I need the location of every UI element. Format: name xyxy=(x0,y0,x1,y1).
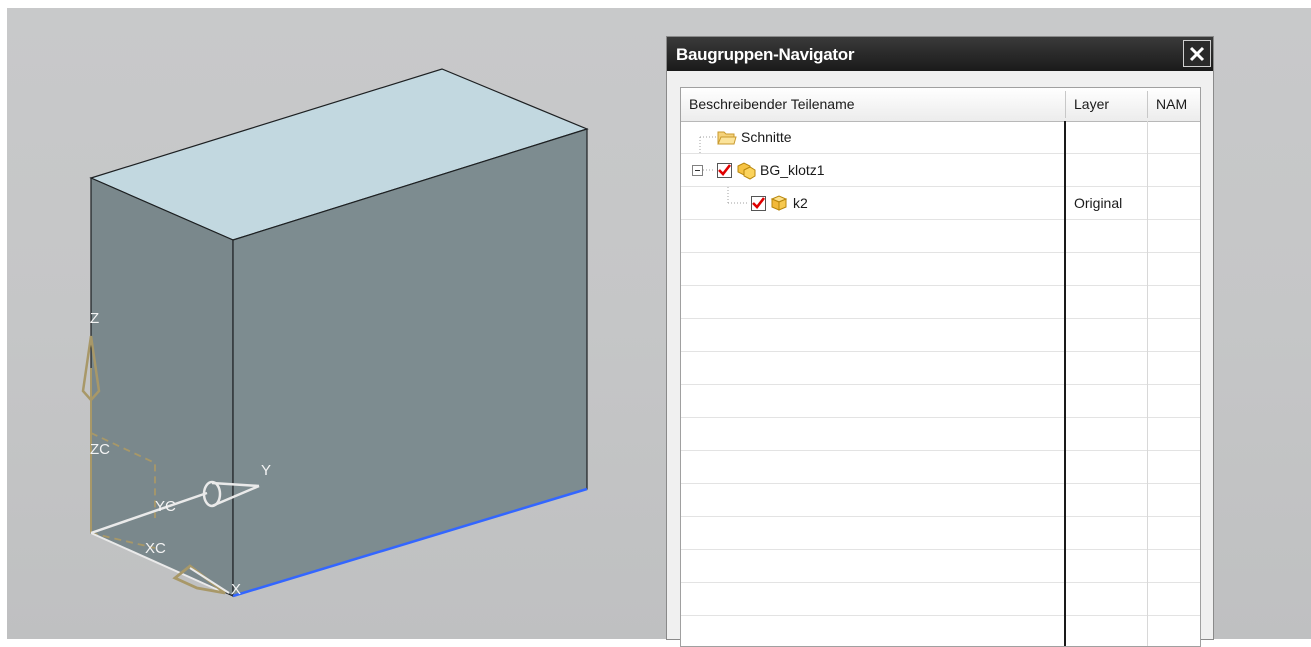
layer-cell: Original xyxy=(1074,195,1123,211)
dialog-title: Baugruppen-Navigator xyxy=(676,45,855,64)
close-icon xyxy=(1189,46,1205,61)
empty-row xyxy=(681,616,1200,646)
empty-row xyxy=(681,352,1200,385)
assembly-icon xyxy=(737,162,756,180)
column-header-name[interactable]: Beschreibender Teilename xyxy=(681,88,1065,121)
empty-row xyxy=(681,286,1200,319)
tree-connector xyxy=(703,169,715,171)
tree-item-label[interactable]: Schnitte xyxy=(741,121,792,153)
axis-label-xc: XC xyxy=(145,540,166,557)
checkbox-checked-icon[interactable] xyxy=(717,163,732,178)
tree-item-label[interactable]: BG_klotz1 xyxy=(760,154,825,186)
close-button[interactable] xyxy=(1183,40,1211,67)
table-header: Beschreibender Teilename Layer NAM xyxy=(681,88,1200,122)
axis-label-x: X xyxy=(231,581,242,598)
navigator-tree-table[interactable]: Beschreibender Teilename Layer NAM Schni… xyxy=(680,87,1201,647)
block-left-face[interactable] xyxy=(90,177,234,597)
tree-row[interactable]: k2 Original xyxy=(681,187,1200,220)
empty-row xyxy=(681,583,1200,616)
axis-label-y: Y xyxy=(261,462,272,479)
column-header-nam[interactable]: NAM xyxy=(1148,88,1200,121)
dialog-titlebar[interactable]: Baugruppen-Navigator xyxy=(667,37,1213,71)
folder-icon xyxy=(717,131,737,145)
empty-row xyxy=(681,418,1200,451)
axis-label-yc: YC xyxy=(155,498,176,515)
empty-row xyxy=(681,484,1200,517)
empty-row xyxy=(681,517,1200,550)
empty-row xyxy=(681,319,1200,352)
empty-row xyxy=(681,385,1200,418)
column-header-layer[interactable]: Layer xyxy=(1066,88,1148,121)
axis-label-zc: ZC xyxy=(90,441,110,458)
collapse-icon[interactable] xyxy=(692,165,703,176)
tree-row[interactable]: Schnitte xyxy=(681,121,1200,154)
empty-row xyxy=(681,253,1200,286)
tree-rows: Schnitte BG_klotz1 k2 Original xyxy=(681,121,1200,646)
assembly-navigator-dialog: Baugruppen-Navigator Beschreibender Teil… xyxy=(666,36,1214,647)
tree-row[interactable]: BG_klotz1 xyxy=(681,154,1200,187)
part-icon xyxy=(770,195,788,211)
empty-row xyxy=(681,550,1200,583)
empty-row xyxy=(681,451,1200,484)
tree-item-label[interactable]: k2 xyxy=(793,187,808,219)
column-divider xyxy=(1147,121,1148,646)
empty-row xyxy=(681,220,1200,253)
column-divider xyxy=(1064,121,1066,646)
axis-label-z: Z xyxy=(90,310,100,327)
tree-connector xyxy=(727,187,749,204)
checkbox-checked-icon[interactable] xyxy=(751,196,766,211)
